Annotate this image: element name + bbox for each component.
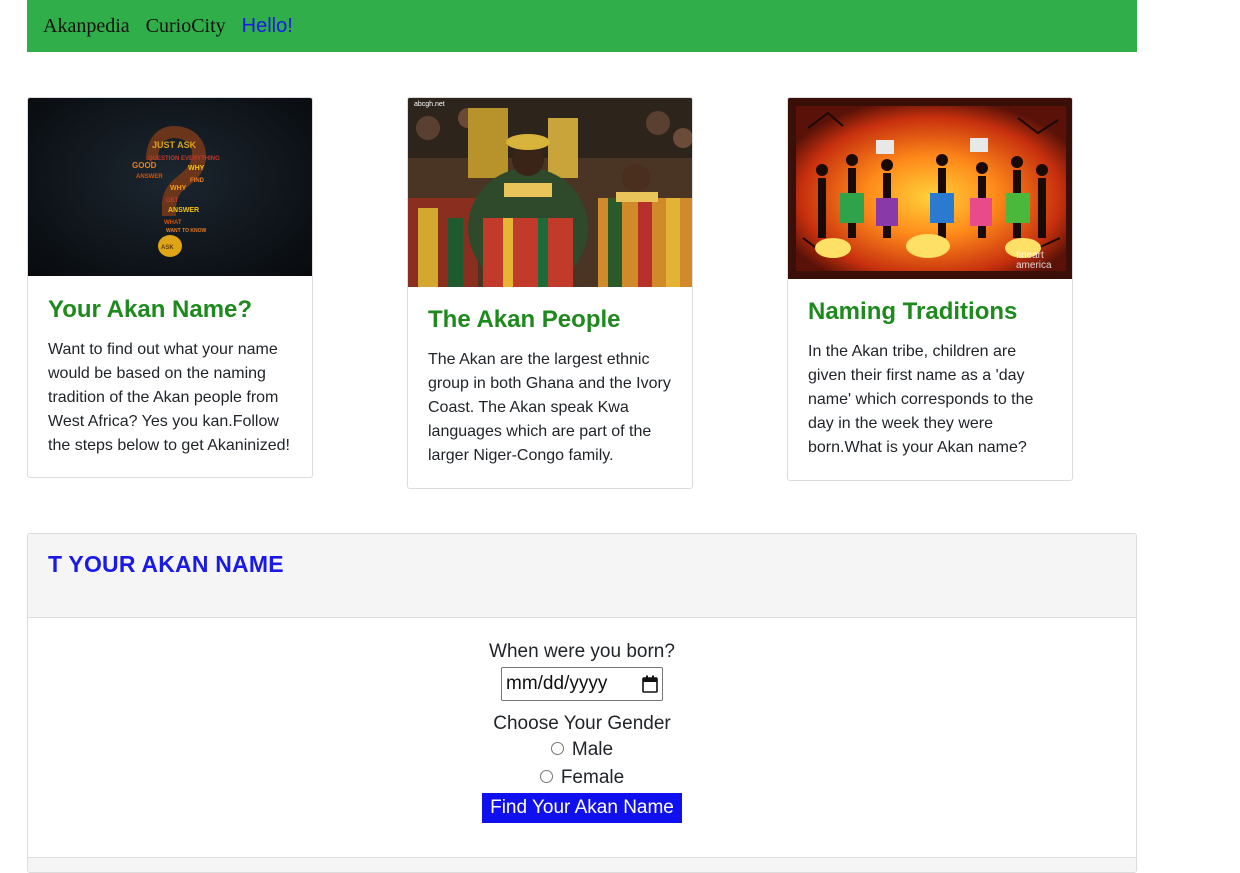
card-akan-people: abcgh.net The Akan People The Akan are t… <box>407 97 693 489</box>
svg-text:JUST ASK: JUST ASK <box>152 140 197 150</box>
date-placeholder: mm/dd/yyyy <box>506 673 608 694</box>
nav-brand-link[interactable]: Akanpedia <box>43 15 130 38</box>
svg-text:WANT TO KNOW: WANT TO KNOW <box>166 228 206 234</box>
navbar: Akanpedia CurioCity Hello! <box>27 0 1137 52</box>
card-text: Want to find out what your name would be… <box>48 341 290 454</box>
svg-text:WHAT: WHAT <box>164 220 182 226</box>
svg-text:GOOD: GOOD <box>132 161 157 170</box>
female-radio[interactable] <box>539 769 553 783</box>
form-heading: T YOUR AKAN NAME <box>48 551 284 577</box>
card-text: In the Akan tribe, children are given th… <box>808 343 1034 456</box>
svg-text:QUESTION EVERYTHING: QUESTION EVERYTHING <box>148 156 220 162</box>
african-dancers-painting-icon: fineart america <box>788 98 1072 279</box>
panel-footer <box>28 857 1136 872</box>
card-image-akan-chiefs: abcgh.net <box>408 98 692 287</box>
card-title: The Akan People <box>428 306 621 333</box>
akan-name-form: When were you born? mm/dd/yyyy Choose Yo… <box>28 618 1136 823</box>
svg-text:FIND: FIND <box>190 178 205 184</box>
panel-header: T YOUR AKAN NAME <box>28 534 1136 618</box>
card-title: Your Akan Name? <box>48 296 253 323</box>
watermark-text: abcgh.net <box>414 101 445 108</box>
svg-text:WHY: WHY <box>170 185 187 192</box>
nav-link-curiocity[interactable]: CurioCity <box>146 15 226 38</box>
birth-date-input[interactable]: mm/dd/yyyy <box>501 667 663 701</box>
female-label: Female <box>560 767 625 788</box>
date-label: When were you born? <box>489 641 675 662</box>
svg-text:ANSWER: ANSWER <box>136 174 163 180</box>
card-image-question-mark: JUST ASK QUESTION EVERYTHING GOOD WHY AN… <box>28 98 312 276</box>
male-radio[interactable] <box>550 741 564 755</box>
svg-text:ASK: ASK <box>161 245 174 251</box>
akan-name-form-panel: T YOUR AKAN NAME When were you born? mm/… <box>27 533 1137 873</box>
card-title: Naming Traditions <box>808 298 1018 325</box>
calendar-icon[interactable] <box>642 675 658 693</box>
card-naming-traditions: fineart america Naming Traditions In the… <box>787 97 1073 481</box>
akan-chiefs-photo-icon: abcgh.net <box>408 98 692 287</box>
card-text: The Akan are the largest ethnic group in… <box>428 351 671 464</box>
svg-text:WHY: WHY <box>188 165 205 172</box>
male-label: Male <box>571 739 614 760</box>
gender-label: Choose Your Gender <box>493 713 671 734</box>
svg-text:GET: GET <box>166 198 179 204</box>
card-your-akan-name: JUST ASK QUESTION EVERYTHING GOOD WHY AN… <box>27 97 313 478</box>
gender-option-female[interactable]: Female <box>28 767 1136 789</box>
watermark-text-2: america <box>1016 260 1052 271</box>
svg-text:ANSWER: ANSWER <box>168 207 199 214</box>
nav-link-hello[interactable]: Hello! <box>242 15 293 38</box>
question-mark-icon: JUST ASK QUESTION EVERYTHING GOOD WHY AN… <box>132 126 220 257</box>
gender-option-male[interactable]: Male <box>28 739 1136 761</box>
find-akan-name-button[interactable]: Find Your Akan Name <box>482 793 682 823</box>
card-image-dancers-painting: fineart america <box>788 98 1072 279</box>
